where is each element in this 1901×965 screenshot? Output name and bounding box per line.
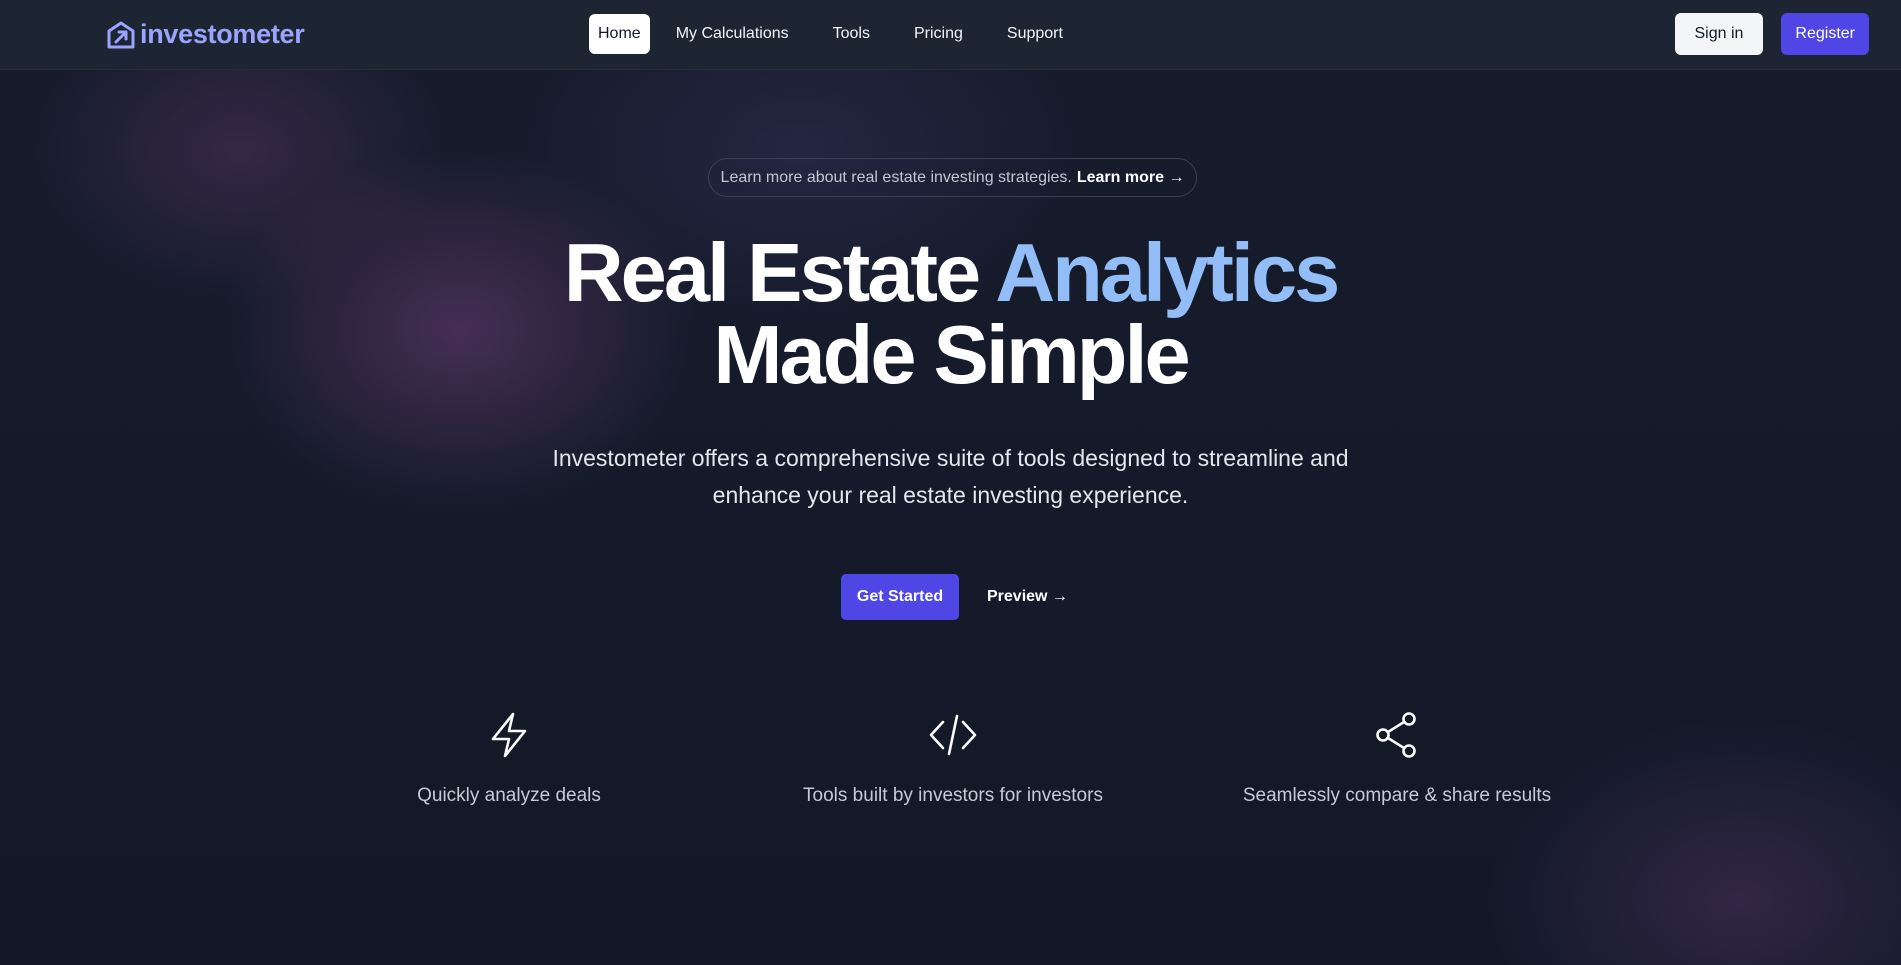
code-brackets-icon: [929, 714, 977, 756]
headline-part1: Real Estate: [563, 226, 982, 319]
feature-quick-analysis: Quickly analyze deals: [299, 710, 719, 807]
hero-headline: Real Estate Analytics Made Simple: [0, 231, 1901, 396]
auth-actions: Sign in Register: [1674, 13, 1869, 55]
register-button[interactable]: Register: [1781, 13, 1869, 55]
nav-my-calculations[interactable]: My Calculations: [658, 14, 807, 54]
announcement-pill: Learn more about real estate investing s…: [708, 158, 1197, 197]
nav-tools[interactable]: Tools: [815, 14, 888, 54]
feature-compare-share: Seamlessly compare & share results: [1187, 710, 1607, 807]
feature-label: Seamlessly compare & share results: [1242, 785, 1552, 806]
feature-label: Tools built by investors for investors: [803, 785, 1103, 806]
top-navigation-bar: investometer Home My Calculations Tools …: [0, 0, 1901, 70]
brand-logo[interactable]: investometer: [106, 19, 305, 50]
preview-link[interactable]: Preview →: [987, 588, 1068, 606]
headline-line2: Made Simple: [713, 308, 1190, 401]
house-logo-icon: [107, 21, 135, 48]
nav-pricing[interactable]: Pricing: [896, 14, 981, 54]
feature-built-by-investors: Tools built by investors for investors: [743, 710, 1163, 807]
learn-more-link[interactable]: Learn more →: [1077, 169, 1185, 187]
share-icon: [1376, 712, 1416, 758]
sign-in-button[interactable]: Sign in: [1674, 13, 1764, 55]
headline-accent: Analytics: [995, 226, 1340, 319]
cta-row: Get Started Preview →: [841, 574, 1068, 620]
brand-name: investometer: [140, 19, 305, 49]
lightning-bolt-icon: [491, 712, 527, 758]
nav-home[interactable]: Home: [589, 14, 650, 54]
announcement-text: Learn more about real estate investing s…: [720, 168, 1072, 186]
hero-subtitle: Investometer offers a comprehensive suit…: [552, 445, 1349, 508]
nav-support[interactable]: Support: [989, 14, 1081, 54]
get-started-button[interactable]: Get Started: [841, 574, 959, 620]
main-nav: Home My Calculations Tools Pricing Suppo…: [589, 14, 1081, 54]
feature-label: Quickly analyze deals: [417, 785, 601, 806]
